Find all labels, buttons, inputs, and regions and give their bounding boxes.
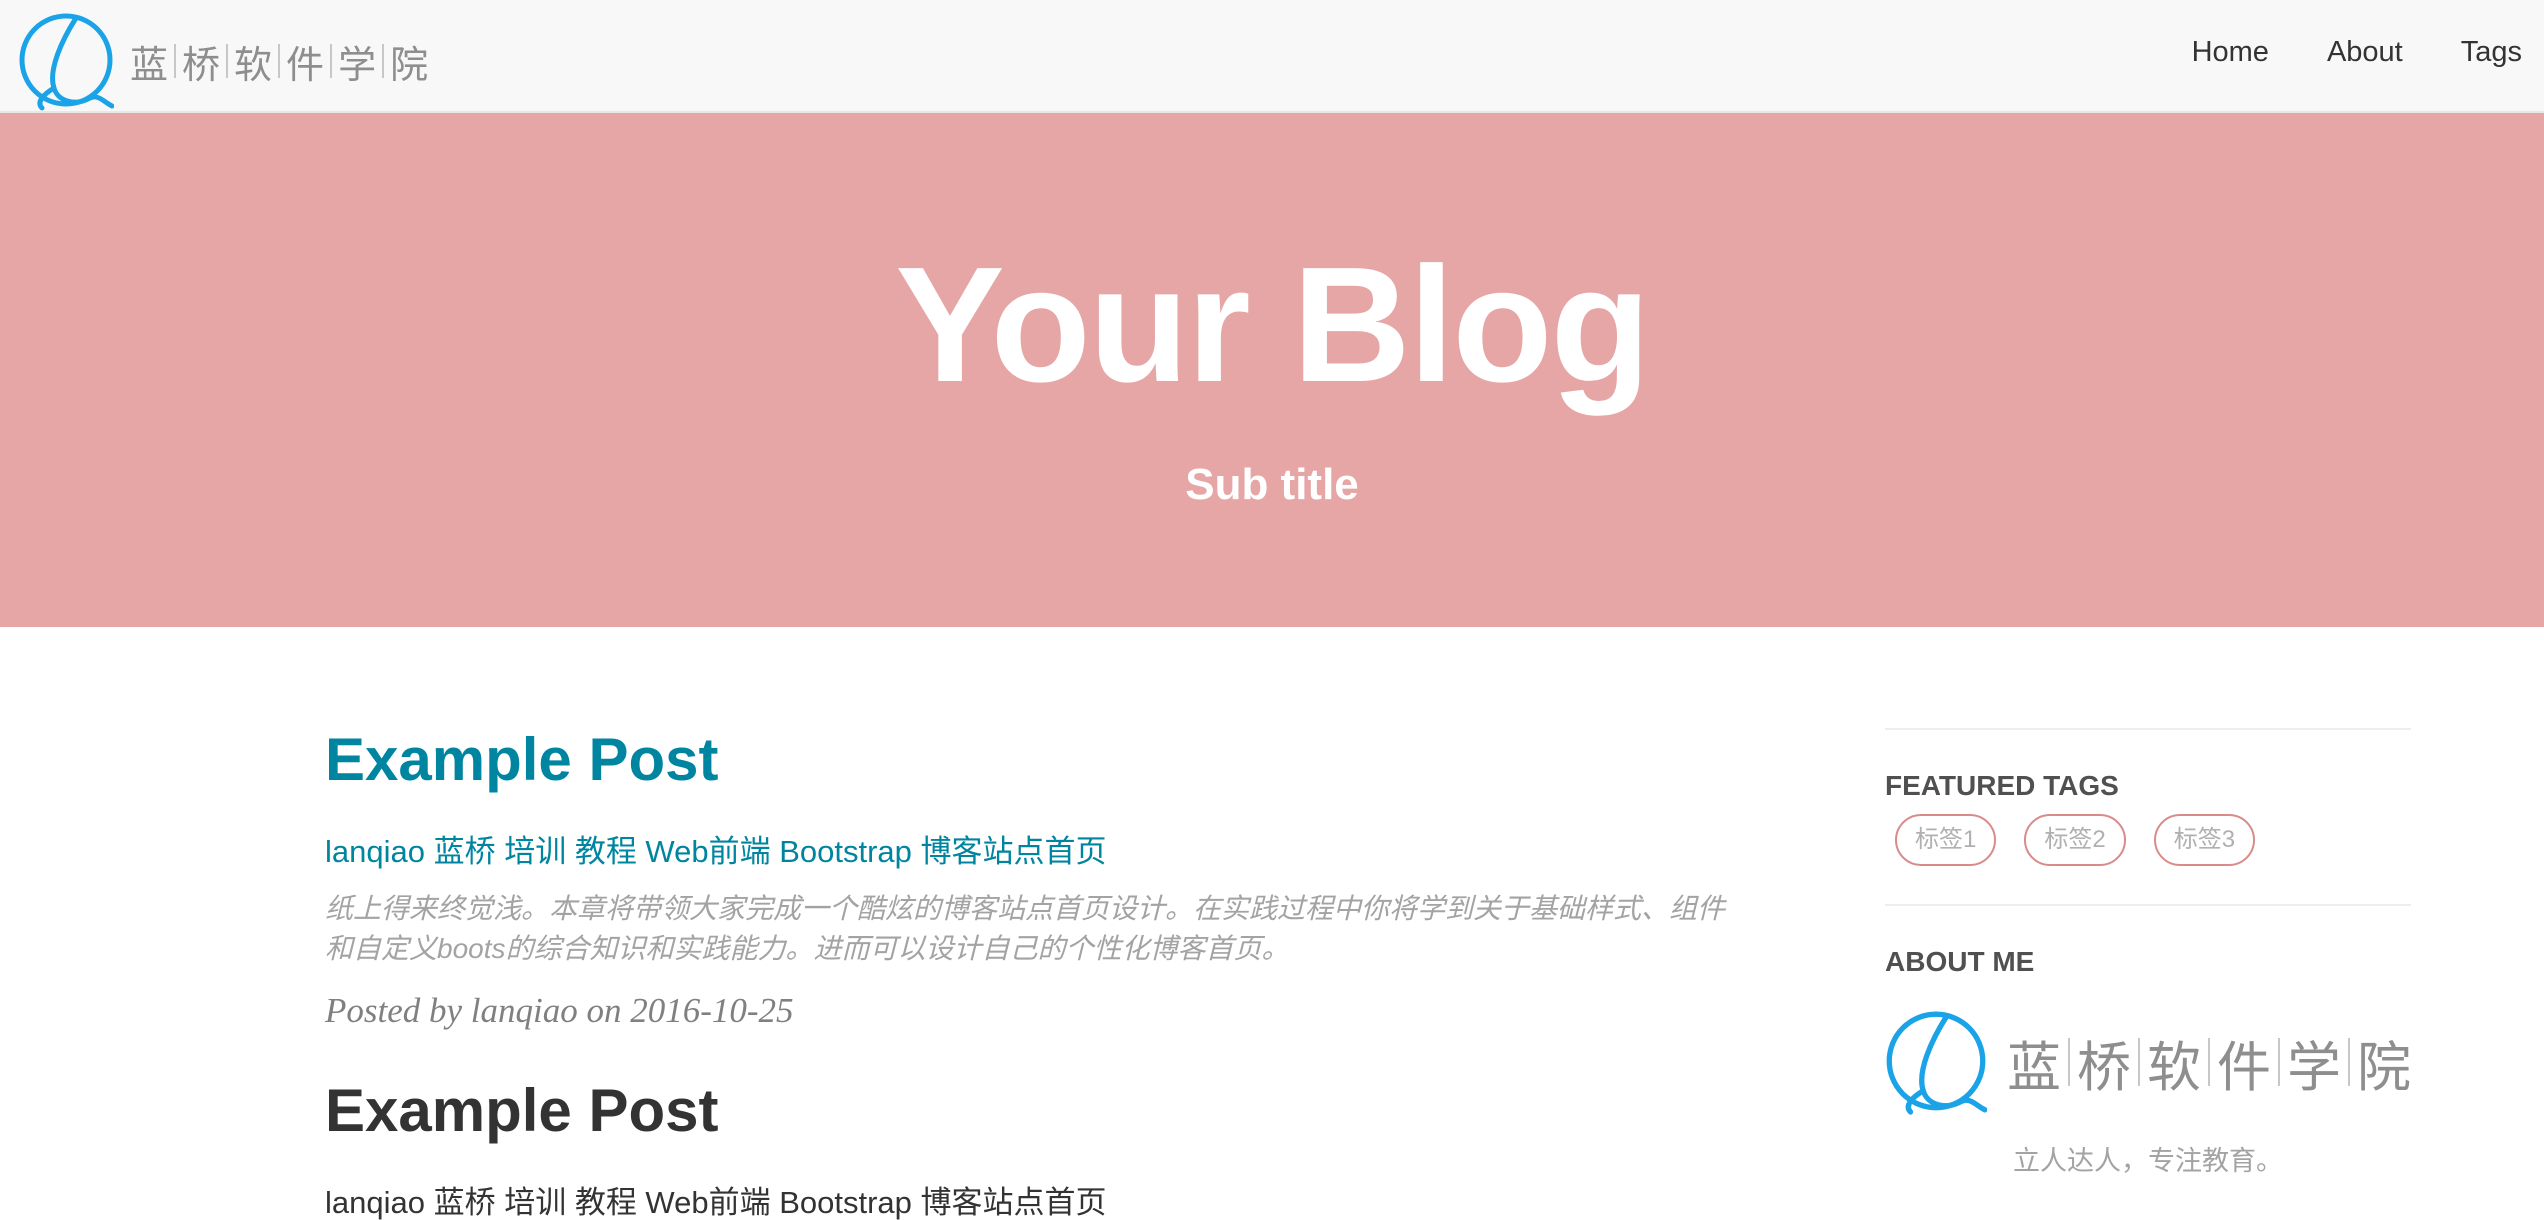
about-brand-name: 蓝 桥 软 件 学 院 [2007, 1023, 2411, 1102]
tag-link[interactable]: 标签3 [2153, 814, 2256, 866]
brand-separator [382, 44, 385, 78]
blog-subtitle: Sub title [1185, 460, 1359, 509]
about-brand-char: 软 [2147, 1035, 2201, 1099]
tag-link[interactable]: 标签1 [1895, 814, 1997, 866]
about-brand-separator [2278, 1038, 2280, 1086]
brand-char: 学 [338, 42, 377, 87]
hero-header: Your Blog Sub title [0, 113, 2544, 627]
post-subtitle-link[interactable]: lanqiao 蓝桥 培训 教程 Web前端 Bootstrap 博客站点首页 [325, 836, 1745, 867]
about-brand-char: 学 [2287, 1035, 2341, 1099]
sidebar: FEATURED TAGS 标签1 标签2 标签3 ABOUT ME 蓝 桥 软… [1885, 728, 2411, 1175]
lanqiao-logo-icon [19, 13, 114, 111]
navbar: 蓝 桥 软 件 学 院 Home About Tags [0, 0, 2544, 113]
about-brand-char: 蓝 [2007, 1035, 2061, 1099]
post-preview: Example Post lanqiao 蓝桥 培训 教程 Web前端 Boot… [325, 1081, 1745, 1219]
brand-char: 件 [286, 42, 325, 87]
nav-menu: Home About Tags [2192, 0, 2544, 105]
brand-char: 院 [390, 42, 429, 87]
nav-home-link[interactable]: Home [2192, 36, 2269, 69]
brand-char: 软 [234, 42, 273, 87]
blog-title: Your Blog [895, 233, 1650, 416]
sidebar-divider [1885, 904, 2411, 906]
about-brand-char: 院 [2357, 1035, 2411, 1099]
featured-tags-list: 标签1 标签2 标签3 [1895, 814, 2411, 866]
featured-tags-heading: FEATURED TAGS [1885, 770, 2119, 801]
about-brand-separator [2348, 1038, 2350, 1086]
brand-char: 桥 [182, 42, 221, 87]
post-preview: Example Post lanqiao 蓝桥 培训 教程 Web前端 Boot… [325, 730, 1745, 1030]
tag-link[interactable]: 标签2 [2024, 814, 2126, 866]
about-logo: 蓝 桥 软 件 学 院 [1885, 992, 2411, 1132]
about-brand-char: 桥 [2077, 1035, 2131, 1099]
post-title-link[interactable]: Example Post [325, 1081, 1745, 1141]
post-subtitle-link[interactable]: lanqiao 蓝桥 培训 教程 Web前端 Bootstrap 博客站点首页 [325, 1187, 1745, 1218]
about-brand-separator [2068, 1038, 2070, 1086]
about-brand-separator [2138, 1038, 2140, 1086]
post-title-link[interactable]: Example Post [325, 730, 1745, 790]
brand-separator [330, 44, 333, 78]
brand-separator [226, 44, 229, 78]
about-description: 立人达人，专注教育。 [2013, 1146, 2283, 1176]
brand-separator [278, 44, 281, 78]
post-meta: Posted by lanqiao on 2016-10-25 [325, 991, 794, 1030]
brand-name: 蓝 桥 软 件 学 院 [130, 34, 428, 89]
sidebar-divider [1885, 728, 2411, 730]
brand-separator [174, 44, 177, 78]
brand-link[interactable]: 蓝 桥 软 件 学 院 [18, 10, 428, 112]
nav-about-link[interactable]: About [2327, 36, 2403, 69]
about-brand-char: 件 [2217, 1035, 2271, 1099]
post-excerpt: 纸上得来终觉浅。本章将带领大家完成一个酷炫的博客站点首页设计。在实践过程中你将学… [325, 893, 1726, 964]
about-me-heading: ABOUT ME [1885, 946, 2035, 977]
lanqiao-logo-icon [1886, 1011, 1987, 1115]
brand-char: 蓝 [130, 42, 169, 87]
nav-tags-link[interactable]: Tags [2461, 36, 2522, 69]
about-brand-separator [2208, 1038, 2210, 1086]
